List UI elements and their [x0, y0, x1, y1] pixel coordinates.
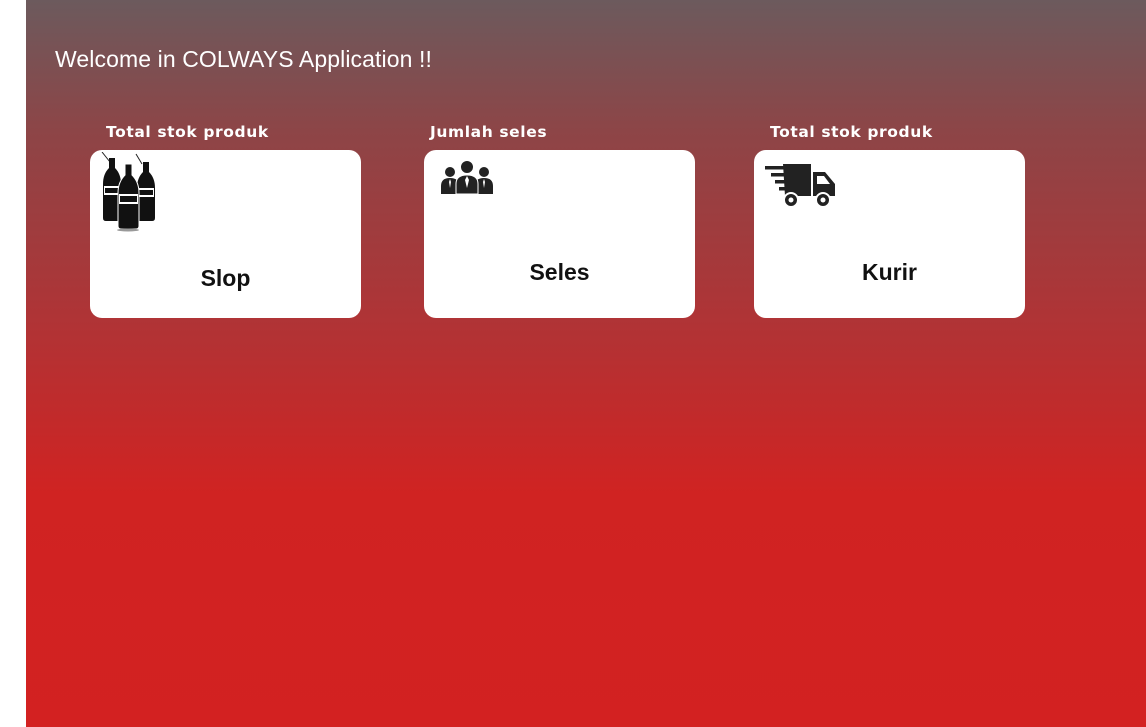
- card-slop[interactable]: Slop: [90, 150, 361, 318]
- card-label-sales: Jumlah seles: [430, 123, 548, 141]
- delivery-truck-icon: [765, 164, 837, 213]
- card-label-courier-stock: Total stok produk: [770, 123, 933, 141]
- cola-bottles-icon: [98, 151, 164, 237]
- dashboard-main: Welcome in COLWAYS Application !! Total …: [26, 0, 1146, 727]
- welcome-heading: Welcome in COLWAYS Application !!: [55, 46, 432, 72]
- card-title-seles: Seles: [529, 259, 590, 285]
- card-seles[interactable]: Seles: [424, 150, 695, 318]
- card-label-stock: Total stok produk: [106, 123, 269, 141]
- card-title-kurir: Kurir: [862, 259, 917, 285]
- card-title-slop: Slop: [200, 265, 251, 291]
- team-icon: [440, 160, 494, 201]
- left-strip: [0, 0, 26, 727]
- card-kurir[interactable]: Kurir: [754, 150, 1025, 318]
